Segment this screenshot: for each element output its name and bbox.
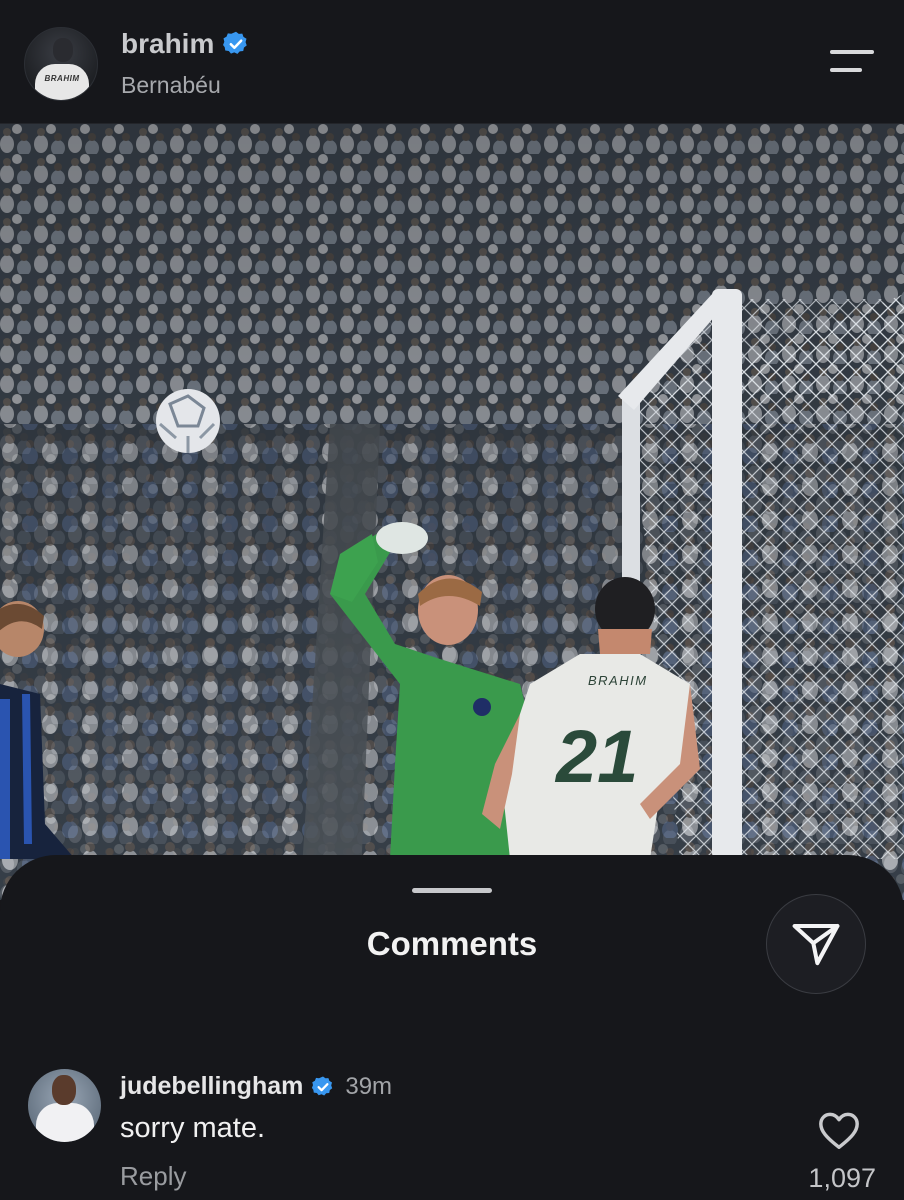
comment-time: 39m	[345, 1072, 393, 1100]
comment-username[interactable]: judebellingham	[120, 1072, 303, 1101]
like-count: 1,097	[808, 1163, 876, 1193]
comment-item: judebellingham 39m sorry mate. Reply 1,0…	[0, 1060, 904, 1200]
reply-button[interactable]: Reply	[120, 1161, 186, 1192]
jersey-number: 21	[554, 715, 638, 798]
ball	[156, 389, 220, 453]
sheet-grabber[interactable]	[412, 888, 492, 893]
verified-badge-icon	[312, 1076, 333, 1095]
comment-header: judebellingham 39m	[120, 1072, 392, 1101]
verified-badge-icon	[223, 31, 248, 54]
location-label[interactable]: Bernabéu	[121, 72, 221, 99]
heart-icon[interactable]	[817, 1110, 861, 1150]
comment-text: sorry mate.	[120, 1112, 266, 1144]
username[interactable]: brahim	[121, 28, 214, 60]
commenter-avatar[interactable]	[28, 1069, 101, 1142]
comments-sheet: Comments judebellingham 39m sorry mate. …	[0, 855, 904, 1200]
username-row: brahim	[121, 28, 250, 60]
jersey-name: BRAHIM	[588, 673, 648, 688]
send-button[interactable]	[766, 894, 866, 994]
post-header: BRAHIM brahim Bernabéu	[0, 0, 904, 124]
stadium-photo: BRAHIM 21	[0, 124, 904, 900]
post-photo[interactable]: BRAHIM 21	[0, 124, 904, 900]
menu-icon[interactable]	[826, 46, 878, 80]
avatar-jersey-text: BRAHIM	[44, 74, 80, 83]
send-icon	[792, 923, 840, 966]
profile-avatar[interactable]: BRAHIM	[24, 27, 98, 101]
